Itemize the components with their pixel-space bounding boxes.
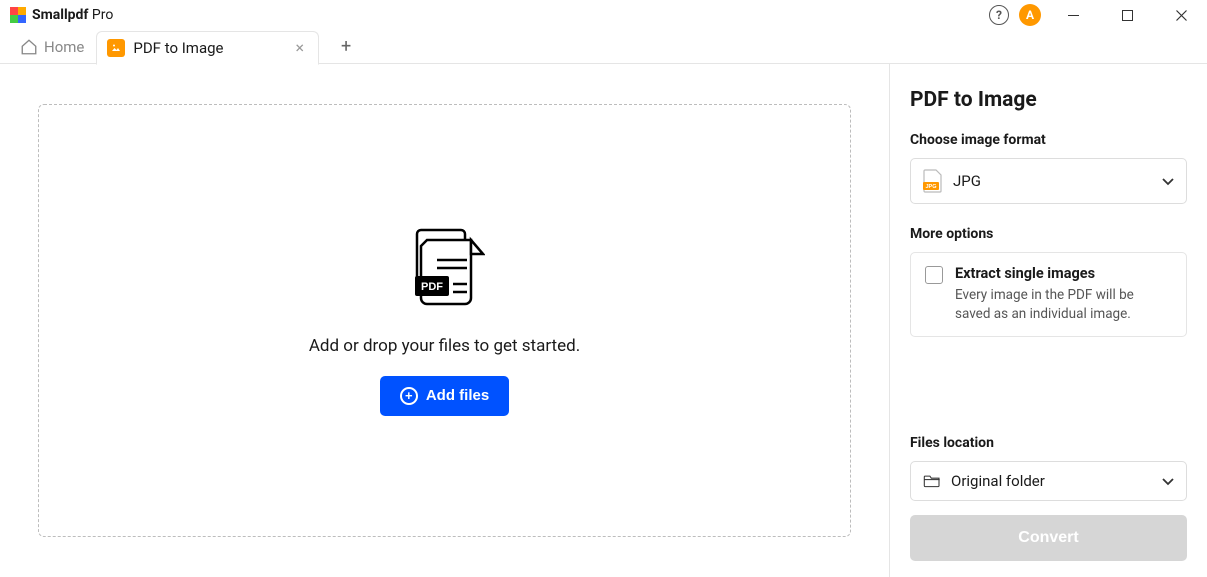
jpg-file-icon: JPG [923,169,943,193]
extract-option-card: Extract single images Every image in the… [910,252,1187,337]
sidebar-title: PDF to Image [910,88,1187,112]
home-icon [20,38,38,56]
avatar[interactable]: A [1019,4,1041,26]
extract-checkbox[interactable] [925,266,943,284]
svg-text:JPG: JPG [925,184,936,190]
extract-text: Extract single images Every image in the… [955,265,1172,324]
tab-home[interactable]: Home [10,30,94,64]
files-location-value: Original folder [951,472,1045,490]
chevron-down-icon [1162,472,1174,490]
files-location-select[interactable]: Original folder [910,461,1187,501]
help-icon[interactable]: ? [989,5,1009,25]
format-label: Choose image format [910,132,1187,148]
add-files-label: Add files [426,387,489,404]
more-options-label: More options [910,226,1187,242]
app-tier-text: Pro [92,7,113,23]
app-name: Smallpdf Pro [32,7,113,23]
files-location-label: Files location [910,435,1187,451]
close-icon [1176,10,1187,21]
app-logo [10,7,26,23]
extract-title: Extract single images [955,265,1172,282]
titlebar-left: Smallpdf Pro [10,7,113,23]
titlebar: Smallpdf Pro ? A [0,0,1207,30]
pdf-stack-icon: PDF [405,226,485,316]
titlebar-right: ? A [989,0,1203,30]
convert-button[interactable]: Convert [910,515,1187,561]
window-maximize-button[interactable] [1105,0,1149,30]
tabs-row: Home PDF to Image × + [0,30,1207,64]
minimize-icon [1068,15,1079,16]
window-minimize-button[interactable] [1051,0,1095,30]
app-name-text: Smallpdf [32,7,88,23]
plus-circle-icon: + [400,387,418,405]
sidebar: PDF to Image Choose image format JPG JPG… [889,64,1207,577]
tab-home-label: Home [44,38,84,56]
main-pane: PDF Add or drop your files to get starte… [0,64,889,577]
new-tab-button[interactable]: + [329,30,363,64]
chevron-down-icon [1162,172,1174,190]
tab-close-button[interactable]: × [292,38,309,57]
pdf-to-image-icon [107,39,125,57]
tab-active[interactable]: PDF to Image × [96,31,319,65]
folder-icon [923,474,941,488]
format-value: JPG [953,172,981,190]
svg-text:PDF: PDF [421,281,443,293]
sidebar-bottom: Files location Original folder Convert [910,435,1187,561]
format-select[interactable]: JPG JPG [910,158,1187,204]
extract-desc: Every image in the PDF will be saved as … [955,286,1172,324]
maximize-icon [1122,10,1133,21]
dropzone-text: Add or drop your files to get started. [309,336,580,356]
window-close-button[interactable] [1159,0,1203,30]
add-files-button[interactable]: + Add files [380,376,509,416]
dropzone[interactable]: PDF Add or drop your files to get starte… [38,104,851,537]
tab-active-label: PDF to Image [133,39,223,57]
body-area: PDF Add or drop your files to get starte… [0,64,1207,577]
